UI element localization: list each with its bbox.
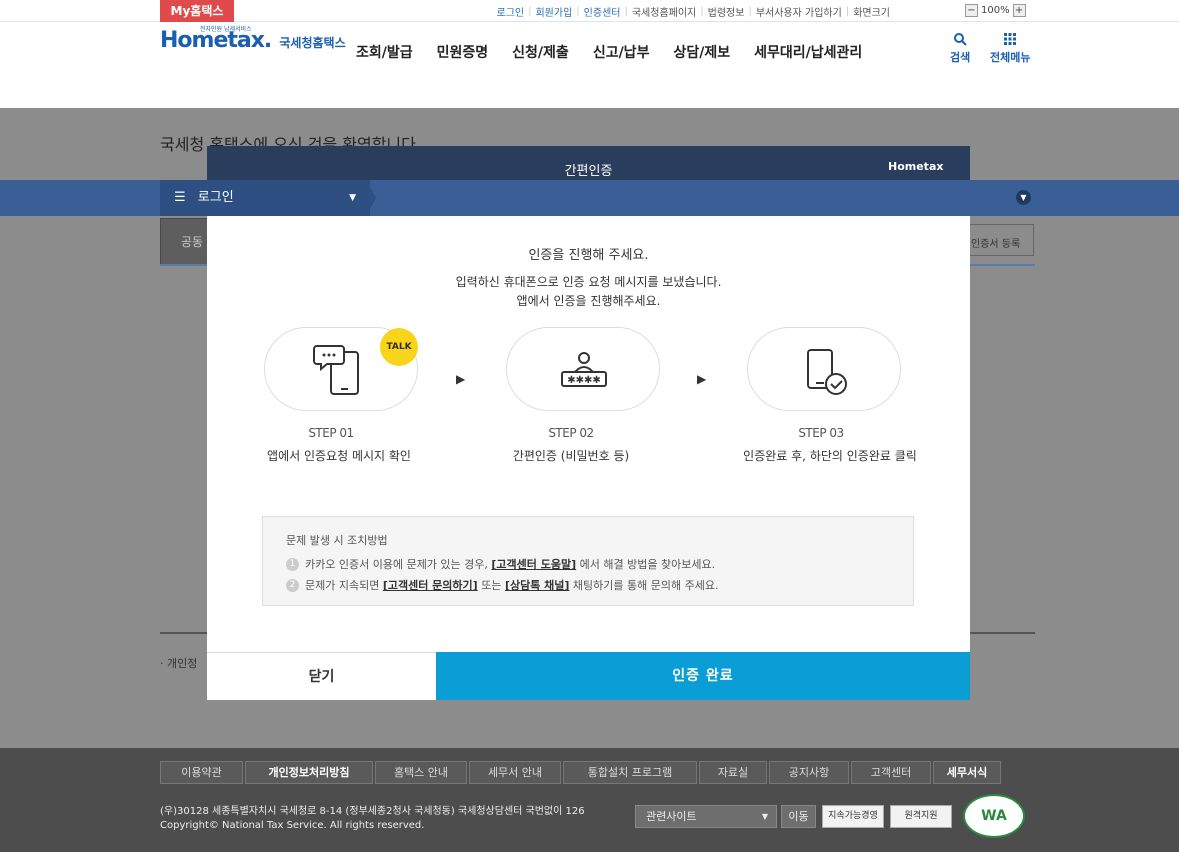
footer-office-guide[interactable]: 세무서 안내 — [469, 761, 561, 784]
breadcrumb-arrow — [366, 180, 376, 216]
step-02-desc: 간편인증 (비밀번호 등) — [512, 449, 630, 463]
troubleshoot-title: 문제 발생 시 조치방법 — [286, 534, 388, 547]
step-03-circle — [747, 327, 901, 411]
web-accessibility-mark: WA — [963, 794, 1025, 838]
phone-check-icon — [807, 349, 847, 395]
all-menu-button[interactable]: 전체메뉴 — [990, 32, 1030, 65]
tip-text: 채팅하기를 통해 문의해 주세요. — [572, 579, 719, 592]
related-sites-label: 관련사이트 — [646, 810, 697, 823]
step-arrow-icon: ▶ — [697, 372, 707, 386]
user-password-icon: ✱✱✱✱ — [561, 352, 607, 387]
footer-customer-center[interactable]: 고객센터 — [851, 761, 931, 784]
nav-item-certificate[interactable]: 민원증명 — [437, 42, 489, 62]
chevron-down-icon: ▼ — [349, 193, 356, 203]
grid-icon — [1004, 33, 1017, 45]
tip-line-2: 2 문제가 지속되면 [고객센터 문의하기] 또는 [상담톡 채널] 채팅하기를… — [286, 577, 718, 593]
svg-text:✱✱✱✱: ✱✱✱✱ — [567, 375, 601, 386]
step-03-desc: 인증완료 후, 하단의 인증완료 클릭 — [743, 449, 917, 463]
address-text: (우)30128 세종특별자치시 국세청로 8-14 (정부세종2청사 국세청동… — [160, 806, 585, 817]
privacy-note: · 개인정 — [160, 657, 198, 670]
tip-number: 2 — [286, 578, 299, 592]
step-02-circle: ✱✱✱✱ — [506, 327, 660, 411]
move-button[interactable]: 이동 — [781, 805, 816, 828]
footer-install-program[interactable]: 통합설치 프로그램 — [563, 761, 697, 784]
step-01-desc: 앱에서 인증요청 메시지 확인 — [267, 449, 411, 463]
main-navigation: 조회/발급 민원증명 신청/제출 신고/납부 상담/제보 세무대리/납세관리 — [356, 42, 886, 62]
step-03-label: STEP 03 — [798, 426, 844, 440]
copyright-text: Copyright© National Tax Service. All rig… — [160, 820, 425, 831]
login-link[interactable]: 로그인 — [493, 4, 529, 19]
modal-desc-line2: 앱에서 인증을 진행해주세요. — [516, 294, 661, 308]
expand-chevron-icon[interactable]: ▼ — [1016, 190, 1031, 205]
utility-links: 로그인 | 회원가입 | 인증센터 | 국세청홈페이지 | 법령정보 | 부서사용자 가입… — [493, 0, 895, 22]
nav-item-tax-agent[interactable]: 세무대리/납세관리 — [754, 42, 862, 62]
cert-register-button[interactable]: 인증서 등록 — [962, 224, 1034, 256]
search-icon — [954, 33, 967, 46]
cert-center-link[interactable]: 인증센터 — [580, 4, 625, 19]
all-menu-label: 전체메뉴 — [990, 51, 1031, 64]
chat-channel-link[interactable]: [상담톡 채널] — [505, 577, 569, 593]
zoom-out-button[interactable]: − — [965, 4, 978, 17]
footer-nav: 이용약관 개인정보처리방침 홈택스 안내 세무서 안내 통합설치 프로그램 자료… — [160, 761, 1003, 784]
remote-support-button[interactable]: 원격지원 — [890, 805, 952, 828]
nav-item-consult[interactable]: 상담/제보 — [673, 42, 730, 62]
modal-desc-line1: 입력하신 휴대폰으로 인증 요청 메시지를 보냈습니다. — [455, 275, 722, 289]
step-arrow-icon: ▶ — [456, 372, 466, 386]
chevron-down-icon: ▼ — [761, 812, 768, 821]
auth-complete-button[interactable]: 인증 완료 — [436, 652, 970, 700]
tip-text: 에서 해결 방법을 찾아보세요. — [579, 558, 716, 571]
hometax-logo[interactable]: 전자민원 납세서비스 Hometax. 국세청홈택스 — [160, 26, 346, 68]
zoom-level: 100% — [981, 5, 1010, 16]
tip-text: 또는 — [481, 579, 502, 592]
login-dropdown[interactable]: ☰ 로그인 ▼ — [160, 180, 370, 216]
tip-text: 카카오 인증서 이용에 문제가 있는 경우, — [305, 558, 488, 571]
related-sites-select[interactable]: 관련사이트 ▼ — [635, 805, 777, 828]
zoom-control: − 100% + — [965, 4, 1026, 17]
nav-item-apply[interactable]: 신청/제출 — [512, 42, 569, 62]
footer-hometax-guide[interactable]: 홈택스 안내 — [375, 761, 467, 784]
sustainability-badge[interactable]: 지속가능경영 — [822, 805, 884, 828]
help-center-link[interactable]: [고객센터 도움말] — [491, 556, 576, 572]
kakao-talk-icon: TALK — [380, 328, 418, 366]
screen-size-label: 화면크기 — [853, 7, 890, 19]
footer-address: (우)30128 세종특별자치시 국세청로 8-14 (정부세종2청사 국세청동… — [160, 805, 585, 833]
search-button[interactable]: 검색 — [950, 32, 970, 65]
footer-terms[interactable]: 이용약관 — [160, 761, 243, 784]
step-02-label: STEP 02 — [548, 426, 594, 440]
zoom-in-button[interactable]: + — [1012, 4, 1026, 17]
footer-privacy[interactable]: 개인정보처리방침 — [245, 761, 373, 784]
simple-auth-modal — [207, 146, 970, 700]
my-hometax-button[interactable]: My홈택스 — [160, 0, 234, 22]
modal-logo: Hometax — [888, 160, 944, 173]
logo-tagline: 전자민원 납세서비스 — [200, 26, 252, 33]
tip-line-1: 1 카카오 인증서 이용에 문제가 있는 경우, [고객센터 도움말] 에서 해… — [286, 556, 715, 572]
signup-link[interactable]: 회원가입 — [531, 4, 576, 19]
tip-number: 1 — [286, 557, 299, 571]
footer-archive[interactable]: 자료실 — [699, 761, 767, 784]
tip-text: 문제가 지속되면 — [305, 579, 380, 592]
menu-icon: ☰ — [174, 190, 186, 205]
search-label: 검색 — [950, 51, 971, 64]
footer-notice[interactable]: 공지사항 — [769, 761, 849, 784]
logo-subtitle: 국세청홈택스 — [279, 36, 346, 50]
tab-joint-cert[interactable]: 공동 — [160, 218, 212, 266]
law-info-link[interactable]: 법령정보 — [704, 4, 749, 19]
login-label: 로그인 — [197, 190, 234, 205]
nav-item-report-pay[interactable]: 신고/납부 — [593, 42, 650, 62]
close-button[interactable]: 닫기 — [207, 652, 436, 700]
nts-home-link[interactable]: 국세청홈페이지 — [628, 4, 700, 19]
nav-item-lookup[interactable]: 조회/발급 — [356, 42, 413, 62]
modal-heading: 인증을 진행해 주세요. — [528, 248, 649, 263]
help-inquiry-link[interactable]: [고객센터 문의하기] — [383, 577, 478, 593]
step-01-label: STEP 01 — [308, 426, 354, 440]
modal-title: 간편인증 — [207, 146, 970, 180]
dept-user-signup-link[interactable]: 부서사용자 가입하기 — [752, 4, 846, 19]
footer-tax-forms[interactable]: 세무서식 — [933, 761, 1001, 784]
